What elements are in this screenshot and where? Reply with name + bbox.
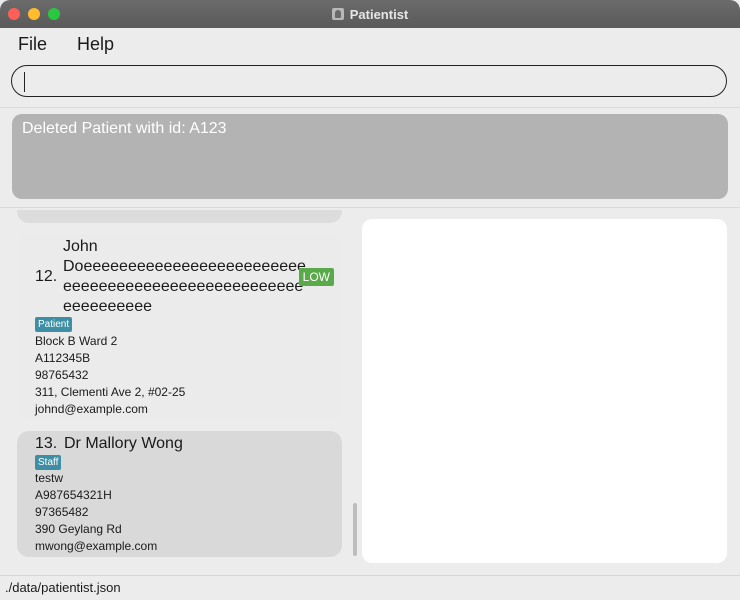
app-icon (331, 8, 344, 20)
status-bar: ./data/patientist.json (0, 575, 740, 600)
id-text: A112345B (35, 351, 91, 365)
card-name: Dr Mallory Wong (64, 435, 183, 452)
priority-badge: LOW (298, 268, 334, 286)
card-index: 12. (35, 268, 58, 285)
window-title-group: Patientist (331, 6, 409, 22)
card-name-line: Doeeeeeeeeeeeeeeeeeeeeeeeee (63, 258, 306, 275)
result-display: Deleted Patient with id: A123 (12, 114, 728, 199)
phone-text: 98765432 (35, 368, 89, 382)
ward-text: Block B Ward 2 (35, 334, 118, 348)
divider (0, 107, 740, 108)
role-tag: Staff (35, 455, 62, 470)
command-input[interactable] (12, 66, 726, 96)
email-text: mwong@example.com (35, 539, 158, 553)
list-item[interactable]: 12. John Doeeeeeeeeeeeeeeeeeeeeeeeee eee… (17, 234, 342, 420)
close-window-button[interactable] (8, 8, 20, 20)
minimize-window-button[interactable] (28, 8, 40, 20)
card-name-line: John (63, 238, 98, 255)
detail-panel (362, 219, 727, 563)
menu-help[interactable]: Help (59, 34, 114, 55)
maximize-window-button[interactable] (48, 8, 60, 20)
email-text: johnd@example.com (35, 402, 148, 416)
list-item[interactable]: 13. Dr Mallory Wong Staff testw A9876543… (17, 431, 342, 557)
card-index: 13. (35, 435, 58, 452)
command-box[interactable] (11, 65, 727, 97)
address-text: 311, Clementi Ave 2, #02-25 (35, 385, 186, 399)
address-text: 390 Geylang Rd (35, 522, 122, 536)
menu-file[interactable]: File (0, 34, 47, 55)
ward-text: testw (35, 471, 64, 485)
role-tag: Patient (35, 317, 73, 332)
window-title: Patientist (349, 6, 409, 22)
divider (0, 207, 740, 208)
id-text: A987654321H (35, 488, 112, 502)
menu-bar: File Help (0, 28, 740, 60)
phone-text: 97365482 (35, 505, 89, 519)
title-bar: Patientist (0, 0, 740, 28)
person-list-panel[interactable]: 12. John Doeeeeeeeeeeeeeeeeeeeeeeeee eee… (10, 210, 360, 566)
card-name-line: eeeeeeeeeeeeeeeeeeeeeeeeeee (63, 278, 304, 295)
card-name-line: eeeeeeeeee (63, 298, 152, 315)
list-scrollbar[interactable] (353, 503, 357, 556)
result-message: Deleted Patient with id: A123 (22, 120, 227, 137)
list-item[interactable] (17, 210, 342, 223)
app-window: Patientist File Help Deleted Patient wit… (0, 0, 740, 600)
data-file-path: ./data/patientist.json (5, 580, 121, 595)
